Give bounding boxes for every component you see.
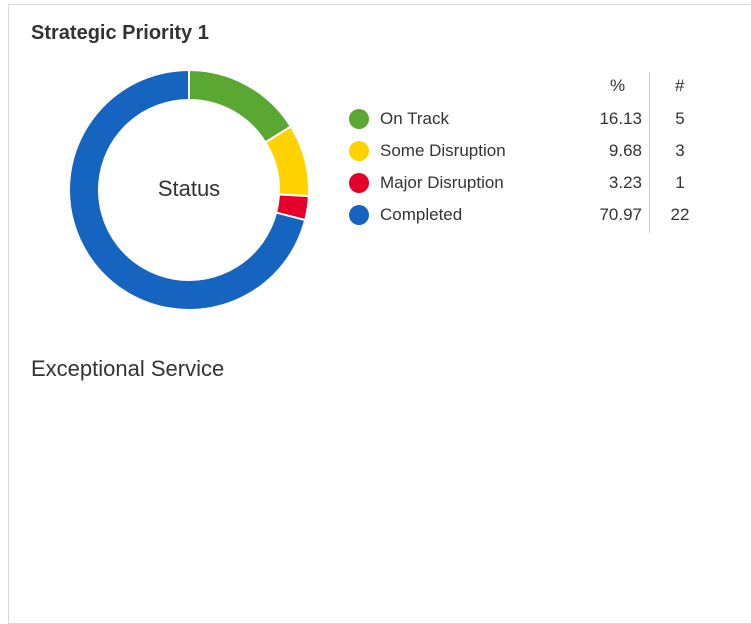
legend-item-some-disruption[interactable]: Some Disruption 9.68 3 <box>340 138 700 164</box>
legend-color-dot <box>349 109 369 129</box>
legend-item-on-track[interactable]: On Track 16.13 5 <box>340 106 700 132</box>
legend-color-dot <box>349 141 369 161</box>
legend-item-count: 22 <box>670 205 690 224</box>
legend-header-percent: % <box>610 76 626 95</box>
legend-item-count: 5 <box>675 109 685 128</box>
legend-item-percent: 70.97 <box>599 205 642 224</box>
legend-item-percent: 16.13 <box>599 109 642 128</box>
legend-header-count: # <box>675 76 685 95</box>
legend-item-label: On Track <box>380 109 449 128</box>
section-label: Exceptional Service <box>31 356 225 381</box>
legend-item-label: Some Disruption <box>380 141 506 160</box>
card-title: Strategic Priority 1 <box>31 22 209 44</box>
legend-item-count: 3 <box>675 141 685 160</box>
donut-center-label: Status <box>157 176 221 201</box>
legend-item-percent: 3.23 <box>608 173 642 192</box>
legend-color-dot <box>349 205 369 225</box>
legend-item-label: Major Disruption <box>380 173 504 192</box>
legend-item-percent: 9.68 <box>608 141 642 160</box>
legend-item-major-disruption[interactable]: Major Disruption 3.23 1 <box>340 170 700 196</box>
legend-item-completed[interactable]: Completed 70.97 22 <box>340 202 700 228</box>
legend-color-dot <box>349 173 369 193</box>
legend-item-label: Completed <box>380 205 463 224</box>
donut-slice-on-track[interactable] <box>188 68 293 144</box>
legend-item-count: 1 <box>675 173 685 192</box>
